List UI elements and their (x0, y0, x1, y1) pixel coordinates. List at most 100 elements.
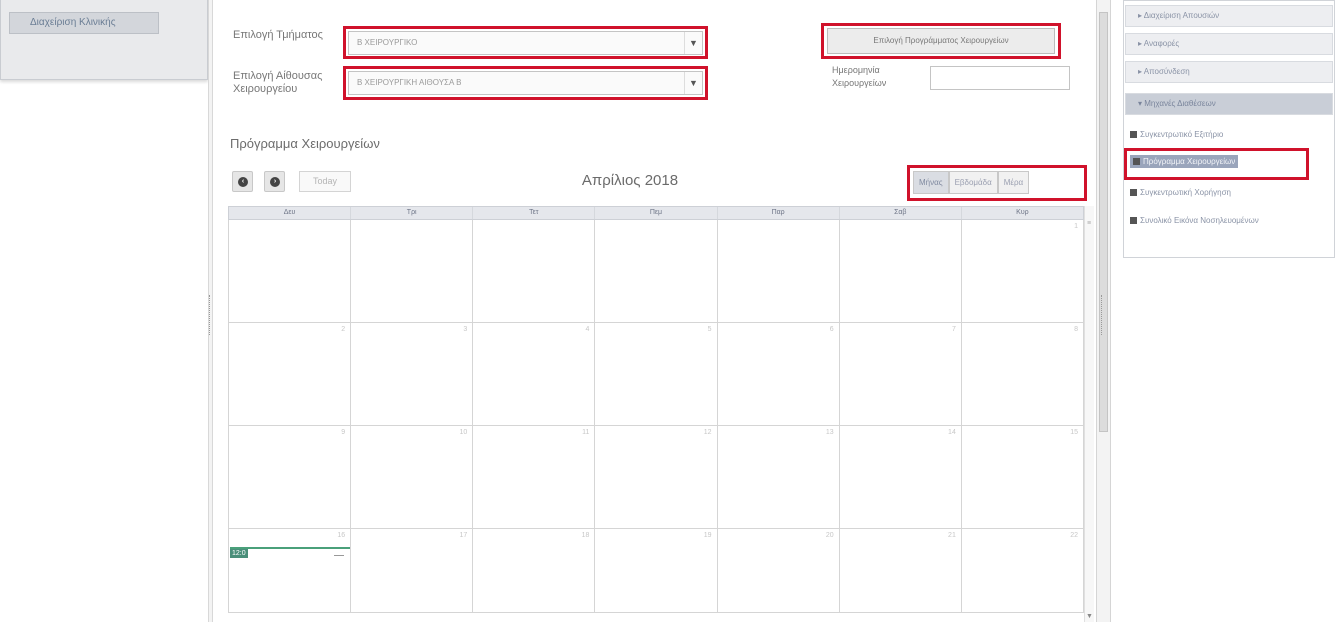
day-cell[interactable] (717, 220, 840, 323)
menu-item-inpatients[interactable]: Συνολικό Εικόνα Νοσηλευομένων (1130, 215, 1280, 226)
day-cell[interactable]: 16 12:0 (229, 529, 352, 613)
day-cell[interactable]: 17 (351, 529, 474, 613)
day-cell[interactable] (839, 220, 962, 323)
day-number: 14 (948, 429, 956, 436)
day-cell[interactable] (473, 220, 596, 323)
left-splitter[interactable] (208, 0, 213, 622)
day-cell[interactable]: 2 (229, 323, 352, 426)
prev-month-button[interactable]: ‹ (232, 171, 253, 192)
day-cell[interactable]: 18 (473, 529, 596, 613)
right-splitter[interactable] (1096, 0, 1111, 622)
next-month-button[interactable]: › (264, 171, 285, 192)
accordion-label: Διαχείριση Απουσιών (1143, 11, 1220, 20)
day-cell[interactable]: 12 (595, 426, 718, 529)
today-button[interactable]: Today (299, 171, 351, 192)
month-title: Απρίλιος 2018 (581, 172, 679, 189)
scroll-grip-icon: ≡ (1087, 220, 1092, 227)
weekday-label: Τετ (473, 207, 596, 219)
room-label: Επιλογή Αίθουσας Χειρουργείου (233, 70, 322, 96)
highlight-department (343, 26, 708, 59)
highlight-room (343, 66, 708, 100)
day-cell[interactable]: 6 (717, 323, 840, 426)
day-number: 1 (1074, 223, 1078, 230)
left-nav-item[interactable]: Διαχείριση Κλινικής (9, 12, 159, 34)
menu-item-label: Συγκεντρωτικό Εξιτήριο (1140, 130, 1224, 139)
highlight-view-switcher (907, 165, 1087, 201)
weekday-label: Δευ (229, 207, 352, 219)
date-label-line1: Ημερομηνία (832, 65, 880, 75)
day-cell[interactable] (351, 220, 474, 323)
day-number: 4 (585, 326, 590, 333)
day-cell[interactable]: 1 (961, 220, 1084, 323)
chevron-left-icon: ‹ (238, 177, 248, 187)
day-cell[interactable]: 4 (473, 323, 596, 426)
left-panel: Διαχείριση Κλινικής (0, 0, 208, 80)
event-time: 12:0 (230, 549, 248, 558)
day-cell[interactable]: 13 (717, 426, 840, 529)
day-cell[interactable]: 9 (229, 426, 352, 529)
accordion-dispositions[interactable]: ▾ Μηχανές Διαθέσεων (1125, 93, 1333, 115)
day-number: 16 (337, 532, 346, 539)
day-number: 3 (463, 326, 468, 333)
day-number: 21 (948, 532, 956, 539)
room-label-line1: Επιλογή Αίθουσας (233, 70, 323, 82)
day-cell[interactable]: 15 (961, 426, 1084, 529)
weekday-label: Σαβ (840, 207, 962, 219)
week-row: 1 (228, 220, 1084, 323)
day-cell[interactable]: 7 (839, 323, 962, 426)
day-number: 22 (1070, 532, 1078, 539)
calendar-scrollbar[interactable]: ≡ ▼ (1084, 206, 1094, 622)
day-cell[interactable]: 3 (351, 323, 474, 426)
accordion-reports[interactable]: ▸ Αναφορές (1125, 33, 1333, 55)
day-cell[interactable]: 20 (717, 529, 840, 613)
weekday-label: Κυρ (1016, 209, 1029, 216)
day-number: 5 (707, 326, 712, 333)
day-cell[interactable] (595, 220, 718, 323)
menu-item-discharge[interactable]: Συγκεντρωτικό Εξιτήριο (1130, 129, 1223, 140)
day-number: 12 (703, 429, 712, 436)
weekday-label: Πεμ (595, 207, 718, 219)
day-cell[interactable]: 19 (595, 529, 718, 613)
day-cell[interactable]: 11 (473, 426, 596, 529)
accordion-label: Αποσύνδεση (1143, 67, 1190, 76)
day-number: 13 (825, 429, 834, 436)
date-field[interactable] (930, 66, 1070, 90)
day-number: 17 (459, 532, 468, 539)
day-cell[interactable] (229, 220, 352, 323)
event-dash (334, 555, 344, 556)
day-number: 6 (829, 326, 834, 333)
day-cell[interactable]: 14 (839, 426, 962, 529)
menu-item-label: Συγκεντρωτική Χορήγηση (1140, 188, 1231, 197)
calendar-icon (1130, 189, 1137, 196)
department-label: Επιλογή Τμήματος (233, 29, 323, 41)
day-cell[interactable]: 21 (839, 529, 962, 613)
week-row: 2 3 4 5 6 7 8 (228, 323, 1084, 426)
weekday-header: Δευ Τρι Τετ Πεμ Παρ Σαβ Κυρ (228, 206, 1084, 220)
day-cell[interactable]: 8 (961, 323, 1084, 426)
section-title: Πρόγραμμα Χειρουργείων (230, 136, 380, 151)
menu-item-administration[interactable]: Συγκεντρωτική Χορήγηση (1130, 187, 1231, 198)
calendar-grid: Δευ Τρι Τετ Πεμ Παρ Σαβ Κυρ 1 2 3 4 5 6 … (228, 206, 1084, 613)
accordion-absences[interactable]: ▸ Διαχείριση Απουσιών (1125, 5, 1333, 27)
day-number: 11 (582, 429, 590, 436)
right-panel: ▸ Διαχείριση Απουσιών ▸ Αναφορές ▸ Αποσύ… (1123, 0, 1335, 258)
calendar-event[interactable]: 12:0 (230, 547, 350, 558)
day-number: 15 (1070, 429, 1078, 436)
day-cell[interactable]: 22 (961, 529, 1084, 613)
week-row: 16 12:0 17 18 19 20 21 22 (228, 529, 1084, 613)
splitter-grip[interactable] (1101, 295, 1104, 335)
day-cell[interactable]: 5 (595, 323, 718, 426)
menu-item-label: Συνολικό Εικόνα Νοσηλευομένων (1140, 216, 1259, 225)
weekday-label: Παρ (718, 207, 840, 219)
day-number: 8 (1074, 326, 1078, 333)
date-label: Ημερομηνία Χειρουργείων (832, 64, 886, 90)
date-label-line2: Χειρουργείων (832, 78, 887, 88)
scroll-down-icon[interactable]: ▼ (1086, 613, 1093, 620)
splitter-grip[interactable] (209, 295, 212, 335)
chevron-right-icon: › (270, 177, 280, 187)
calendar-icon (1130, 217, 1137, 224)
accordion-logout[interactable]: ▸ Αποσύνδεση (1125, 61, 1333, 83)
scrollbar-thumb[interactable] (1099, 12, 1108, 432)
day-number: 18 (581, 532, 590, 539)
day-cell[interactable]: 10 (351, 426, 474, 529)
